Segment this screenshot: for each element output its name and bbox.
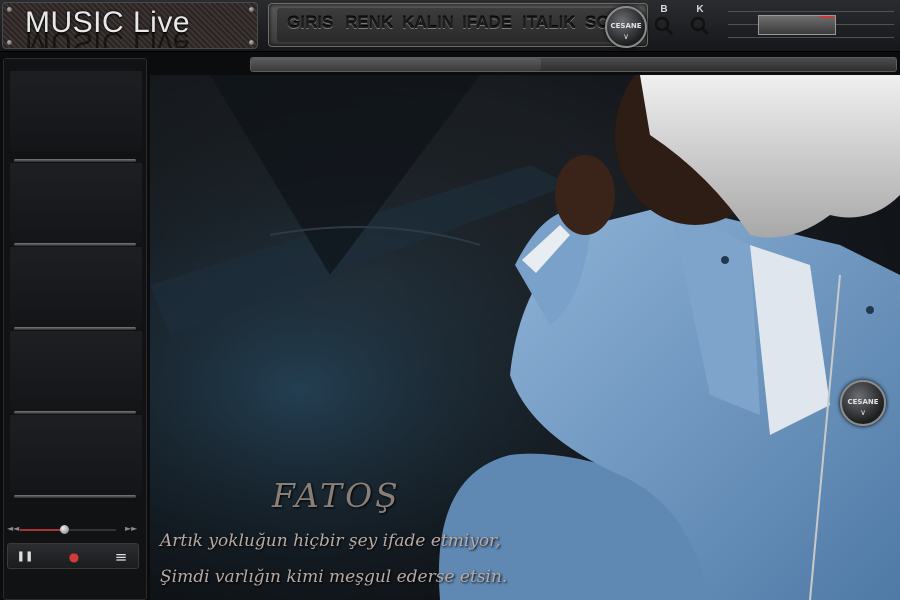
- screw-icon: [7, 7, 12, 12]
- playlist-slot[interactable]: [10, 163, 142, 243]
- playlist-slot[interactable]: [10, 71, 142, 151]
- woman-in-blue-jacket-image: [150, 75, 900, 600]
- caption-line-2: Şimdi varlığın kimi meşgul ederse etsin.: [160, 567, 508, 587]
- player-controls: ❚❚ ● ≡: [7, 543, 139, 569]
- progress-fill: [251, 58, 542, 71]
- playlist-slot[interactable]: [10, 247, 142, 327]
- chevron-down-icon: ∨: [623, 32, 629, 41]
- cesane-watermark: CESANE ∨: [840, 380, 886, 426]
- menu-bar: GIRIS RENK KALIN IFADE ITALIK SO: [268, 3, 648, 47]
- menu-item-giris[interactable]: GIRIS: [287, 13, 333, 33]
- pause-icon[interactable]: ❚❚: [16, 548, 34, 566]
- search-icon: [654, 16, 674, 36]
- volume-mixer[interactable]: [728, 5, 894, 43]
- volume-fader[interactable]: [758, 15, 836, 35]
- skip-back-icon[interactable]: ◄◄: [7, 524, 19, 533]
- menu-item-renk[interactable]: RENK: [345, 13, 393, 33]
- menu-item-italik[interactable]: ITALIK: [522, 13, 576, 33]
- record-icon[interactable]: ●: [65, 548, 83, 566]
- top-bar: MUSIC Live MUSIC Live GIRIS RENK KALIN I…: [0, 0, 900, 52]
- caption-line-1: Artık yokluğun hiçbir şey ifade etmiyor,: [160, 531, 501, 551]
- logo-text: MUSIC Live: [25, 6, 191, 39]
- screw-icon: [249, 40, 254, 45]
- seek-handle[interactable]: [60, 525, 69, 534]
- tool-b[interactable]: B: [652, 4, 676, 41]
- menu-item-ifade[interactable]: IFADE: [462, 13, 512, 33]
- tool-k[interactable]: K: [688, 4, 712, 41]
- search-icon: [690, 16, 710, 36]
- caption-name: FATOŞ: [272, 476, 401, 515]
- cesane-badge[interactable]: CESANE ∨: [605, 6, 647, 48]
- seek-slider[interactable]: ◄◄ ►►: [4, 521, 148, 539]
- screw-icon: [7, 40, 12, 45]
- volume-level: [820, 16, 834, 18]
- logo: MUSIC Live MUSIC Live: [2, 2, 258, 49]
- skip-forward-icon[interactable]: ►►: [125, 524, 137, 533]
- playlist-slot[interactable]: [10, 415, 142, 495]
- player-panel: ◄◄ ►► ❚❚ ● ≡: [3, 58, 147, 600]
- menu-icon[interactable]: ≡: [112, 548, 130, 566]
- progress-bar[interactable]: [250, 57, 897, 72]
- menu-item-kalin[interactable]: KALIN: [402, 13, 454, 33]
- background-photo: CESANE ∨: [150, 75, 900, 600]
- playlist-slot[interactable]: [10, 331, 142, 411]
- screw-icon: [249, 7, 254, 12]
